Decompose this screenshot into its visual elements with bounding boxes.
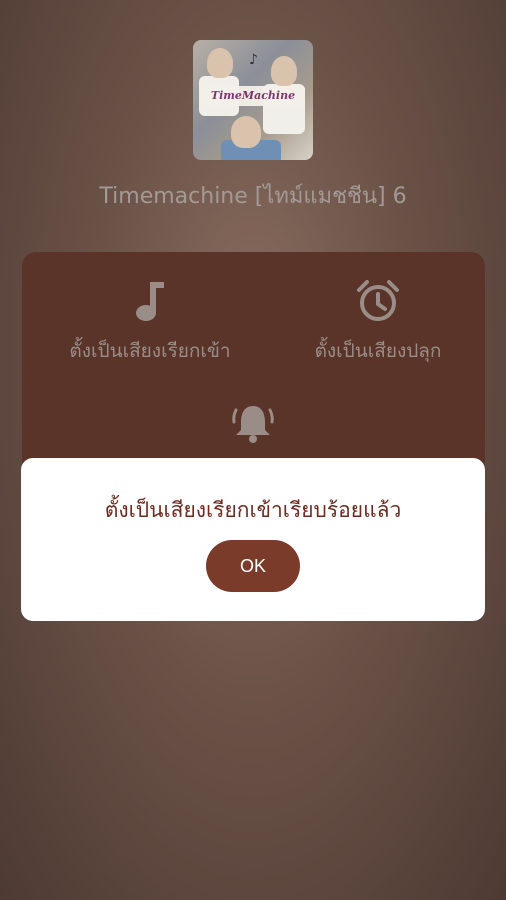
cover-face: [271, 56, 297, 86]
ok-button[interactable]: OK: [206, 540, 300, 592]
set-alarm-label: ตั้งเป็นเสียงปลุก: [314, 340, 442, 362]
bell-icon: [232, 406, 274, 443]
set-ringtone-label: ตั้งเป็นเสียงเรียกเข้า: [69, 340, 231, 362]
confirmation-dialog: ตั้งเป็นเสียงเรียกเข้าเรียบร้อยแล้ว OK: [21, 458, 485, 621]
set-alarm-option[interactable]: ตั้งเป็นเสียงปลุก: [278, 278, 478, 366]
song-title: Timemachine [ไทม์แมชชีน] 6: [99, 184, 407, 209]
set-ringtone-option[interactable]: ตั้งเป็นเสียงเรียกเข้า: [50, 278, 250, 366]
alarm-clock-icon: [357, 280, 399, 321]
dialog-message: ตั้งเป็นเสียงเรียกเข้าเรียบร้อยแล้ว: [104, 498, 402, 522]
cover-note-icon: ♪: [249, 52, 258, 68]
cover-face: [207, 48, 233, 78]
cover-face: [231, 116, 261, 148]
set-notification-option[interactable]: [203, 400, 303, 458]
cover-logo-text: TimeMachine: [201, 86, 305, 106]
album-cover: ♪ TimeMachine: [193, 40, 313, 160]
music-note-icon: [136, 282, 164, 321]
